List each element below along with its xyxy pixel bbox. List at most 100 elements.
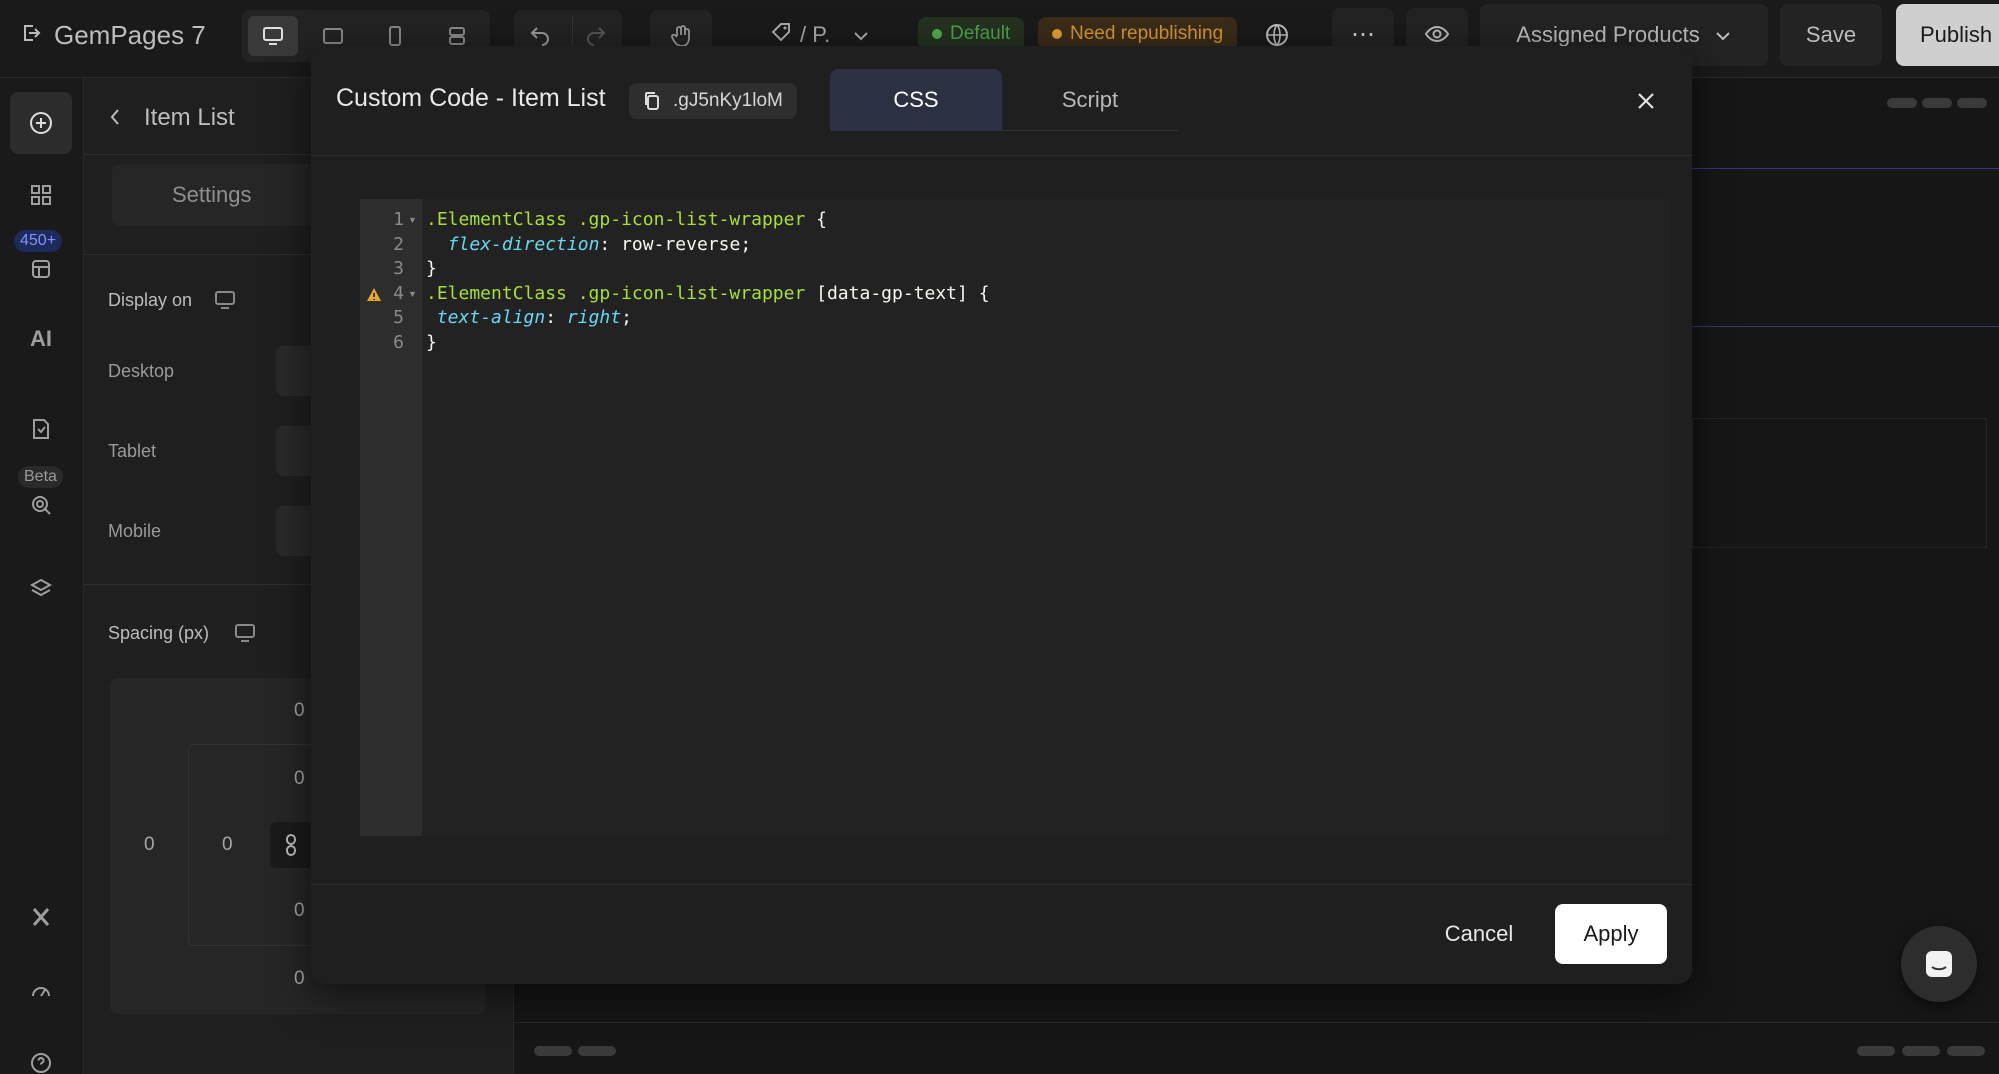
x-logo-icon [32, 908, 50, 926]
padding-top-value[interactable]: 0 [294, 768, 305, 790]
desktop-view-button[interactable] [248, 16, 298, 56]
theme-badge-label: Default [950, 23, 1011, 44]
add-element-button[interactable] [10, 92, 72, 154]
padding-left-value[interactable]: 0 [222, 834, 233, 856]
copy-icon [645, 92, 659, 110]
selection-outline [1692, 326, 1999, 327]
warning-icon [366, 287, 382, 303]
assigned-products-label: Assigned Products [1516, 22, 1700, 47]
globe-icon [1266, 24, 1288, 46]
tag-icon [770, 21, 792, 49]
close-icon [1638, 93, 1654, 109]
speed-button[interactable] [10, 960, 72, 1022]
code-line: .ElementClass .gp-icon-list-wrapper [dat… [426, 283, 990, 304]
target-icon [32, 496, 51, 515]
pages-button[interactable] [10, 398, 72, 460]
templates-button[interactable] [10, 238, 72, 300]
selection-outline [1692, 168, 1999, 169]
layers-icon [29, 578, 53, 597]
fold-arrow-icon[interactable]: ▼ [408, 289, 417, 299]
ai-icon: AI [30, 326, 52, 351]
margin-top-value[interactable]: 0 [294, 700, 305, 722]
page-icon [33, 419, 49, 439]
line-number: 5 [393, 307, 404, 328]
placeholder-bar [1947, 1046, 1985, 1056]
exit-icon [20, 22, 42, 49]
integrations-button[interactable] [10, 886, 72, 948]
back-icon[interactable] [108, 106, 122, 133]
copy-class-button[interactable]: .gJ5nKy1loM [629, 83, 797, 119]
display-on-label: Display on [108, 290, 193, 310]
code-line: } [426, 332, 437, 353]
placeholder-bar [578, 1046, 616, 1056]
fold-arrow-icon[interactable]: ▼ [408, 215, 417, 225]
line-number: 2 [393, 234, 404, 255]
tablet-icon [323, 28, 343, 44]
chat-icon [1926, 951, 1952, 977]
page-selector-label: / P. [800, 22, 831, 47]
code-line: text-align: right; [436, 307, 632, 328]
warning-dot [1052, 29, 1062, 39]
status-dot [932, 29, 942, 39]
tablet-label: Tablet [108, 441, 157, 461]
chevron-down-icon [1714, 22, 1732, 48]
tab-settings[interactable]: Settings [172, 182, 252, 208]
desktop-icon [234, 623, 256, 648]
spacing-label: Spacing (px) [108, 623, 210, 643]
cancel-button[interactable]: Cancel [1423, 904, 1535, 964]
line-number: 1 [393, 209, 404, 230]
placeholder-bar [1922, 98, 1952, 108]
app-logo[interactable]: GemPages 7 [20, 14, 206, 56]
margin-left-value[interactable]: 0 [144, 834, 155, 856]
eye-icon [1424, 25, 1450, 43]
tab-css[interactable]: CSS [830, 69, 1002, 131]
panel-title: Item List [144, 104, 235, 131]
left-rail: 450+ AI Beta [0, 78, 84, 1074]
placeholder-bar [1857, 1046, 1895, 1056]
link-icon [286, 834, 296, 856]
link-spacing-button[interactable] [270, 822, 312, 868]
code-editor[interactable]: 1 2 3 4 5 6 ▼ ▼ .ElementClass .gp-icon-l… [360, 199, 1671, 836]
mobile-icon [389, 26, 401, 46]
chat-support-button[interactable] [1901, 926, 1977, 1002]
sections-button[interactable] [10, 164, 72, 226]
canvas-block [1692, 418, 1987, 548]
layers-button[interactable] [10, 558, 72, 620]
plus-circle-icon [30, 112, 52, 134]
desktop-icon [263, 27, 283, 45]
modal-footer-divider [311, 884, 1692, 885]
code-line: .ElementClass .gp-icon-list-wrapper { [426, 209, 827, 230]
grid-icon [31, 185, 51, 205]
modal-title: Custom Code - Item List [336, 84, 606, 112]
app-name: GemPages 7 [54, 19, 206, 50]
close-button[interactable] [1629, 84, 1663, 118]
ai-button[interactable]: AI [10, 308, 72, 370]
code-line: } [426, 258, 437, 279]
code-line: flex-direction: row-reverse; [447, 234, 752, 255]
line-number: 3 [393, 258, 404, 279]
analytics-button[interactable] [10, 474, 72, 536]
save-button[interactable]: Save [1780, 4, 1882, 66]
class-name: .gJ5nKy1loM [673, 90, 783, 111]
status-badge-label: Need republishing [1070, 23, 1224, 44]
line-number: 6 [393, 332, 404, 353]
modal-header: Custom Code - Item List .gJ5nKy1loM CSS … [311, 46, 1692, 156]
gauge-icon [32, 987, 50, 997]
placeholder-bar [1902, 1046, 1940, 1056]
padding-bottom-value[interactable]: 0 [294, 900, 305, 922]
publish-button[interactable]: Publish [1896, 4, 1999, 66]
tab-script[interactable]: Script [1002, 69, 1178, 131]
margin-bottom-value[interactable]: 0 [294, 968, 305, 990]
chevron-down-icon [852, 22, 870, 48]
placeholder-bar [1957, 98, 1987, 108]
layout-icon [449, 27, 465, 45]
custom-code-modal: Custom Code - Item List .gJ5nKy1loM CSS … [311, 46, 1692, 984]
placeholder-bar [1887, 98, 1917, 108]
more-icon: ⋯ [1351, 20, 1375, 48]
mobile-label: Mobile [108, 521, 162, 541]
help-button[interactable] [10, 1032, 72, 1074]
desktop-icon [214, 290, 236, 315]
apply-button[interactable]: Apply [1555, 904, 1667, 964]
help-icon [31, 1053, 51, 1073]
template-icon [32, 260, 50, 278]
